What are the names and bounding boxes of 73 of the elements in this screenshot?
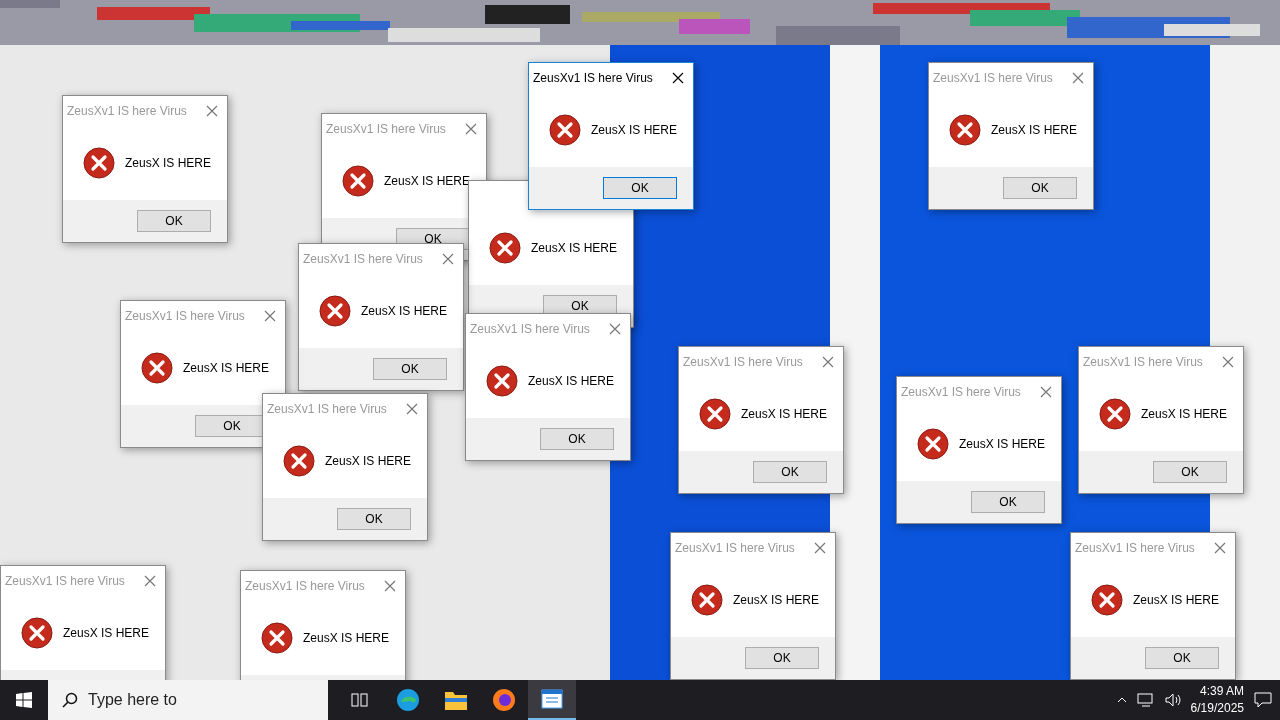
- task-view-icon[interactable]: [351, 692, 369, 708]
- ok-button[interactable]: OK: [753, 461, 827, 483]
- notepad-icon[interactable]: [541, 689, 563, 709]
- error-message: ZeusX IS HERE: [125, 156, 212, 170]
- window-title: ZeusXv1 IS here Virus: [67, 104, 188, 118]
- error-icon: [917, 428, 949, 460]
- error-message: ZeusX IS HERE: [528, 374, 615, 388]
- error-icon: [83, 147, 115, 179]
- ok-button[interactable]: OK: [971, 491, 1045, 513]
- clock-time[interactable]: 4:39 AM: [1199, 683, 1244, 700]
- error-message: ZeusX IS HERE: [959, 437, 1046, 451]
- clock-date[interactable]: 6/19/2025: [1190, 700, 1244, 717]
- error-icon: [342, 165, 374, 197]
- error-message: ZeusX IS HERE: [741, 407, 828, 421]
- window-title: ZeusXv1 IS here Virus: [901, 385, 1022, 399]
- error-message: ZeusX IS HERE: [361, 304, 448, 318]
- window-title: ZeusXv1 IS here Virus: [533, 71, 654, 85]
- firefox-icon[interactable]: [492, 688, 516, 712]
- error-icon: [486, 365, 518, 397]
- window-title: ZeusXv1 IS here Virus: [5, 574, 126, 588]
- window-title: ZeusXv1 IS here Virus: [1083, 355, 1204, 369]
- error-icon: [489, 232, 521, 264]
- window-title: ZeusXv1 IS here Virus: [470, 322, 591, 336]
- ok-button[interactable]: OK: [373, 358, 447, 380]
- network-icon[interactable]: [1136, 693, 1155, 707]
- error-icon: [691, 584, 723, 616]
- error-icon: [1099, 398, 1131, 430]
- error-message: ZeusX IS HERE: [183, 361, 270, 375]
- error-icon: [549, 114, 581, 146]
- chevron-up-icon[interactable]: [1116, 697, 1127, 703]
- error-message: ZeusX IS HERE: [303, 631, 390, 645]
- folder-icon[interactable]: [444, 689, 468, 711]
- error-icon: [319, 295, 351, 327]
- window-title: ZeusXv1 IS here Virus: [267, 402, 388, 416]
- close-icon[interactable]: [672, 72, 684, 84]
- speaker-icon[interactable]: [1164, 693, 1181, 707]
- error-message: ZeusX IS HERE: [733, 593, 820, 607]
- ok-button[interactable]: OK: [337, 508, 411, 530]
- window-title: ZeusXv1 IS here Virus: [326, 122, 447, 136]
- ok-button[interactable]: OK: [1153, 461, 1227, 483]
- window-title: ZeusXv1 IS here Virus: [245, 579, 366, 593]
- ok-button[interactable]: OK: [603, 177, 677, 199]
- window-title: ZeusXv1 IS here Virus: [933, 71, 1054, 85]
- window-title: ZeusXv1 IS here Virus: [675, 541, 796, 555]
- ok-button[interactable]: OK: [540, 428, 614, 450]
- error-message: ZeusX IS HERE: [591, 123, 678, 137]
- notification-icon[interactable]: [1254, 692, 1272, 708]
- error-icon: [1091, 584, 1123, 616]
- ok-button[interactable]: OK: [745, 647, 819, 669]
- ok-button[interactable]: OK: [1003, 177, 1077, 199]
- error-icon: [141, 352, 173, 384]
- error-icon: [699, 398, 731, 430]
- error-message: ZeusX IS HERE: [1133, 593, 1220, 607]
- window-title: ZeusXv1 IS here Virus: [683, 355, 804, 369]
- windows-logo-icon[interactable]: [16, 692, 32, 708]
- error-message: ZeusX IS HERE: [531, 241, 618, 255]
- window-title: ZeusXv1 IS here Virus: [125, 309, 246, 323]
- search-icon: [62, 692, 78, 708]
- error-icon: [283, 445, 315, 477]
- error-message: ZeusX IS HERE: [991, 123, 1078, 137]
- error-message: ZeusX IS HERE: [63, 626, 150, 640]
- error-message: ZeusX IS HERE: [325, 454, 412, 468]
- error-icon: [949, 114, 981, 146]
- error-icon: [21, 617, 53, 649]
- search-field[interactable]: Type here to: [48, 680, 328, 720]
- error-message: ZeusX IS HERE: [1141, 407, 1228, 421]
- edge-browser-icon[interactable]: [396, 688, 420, 712]
- window-title: ZeusXv1 IS here Virus: [303, 252, 424, 266]
- error-message: ZeusX IS HERE: [384, 174, 471, 188]
- error-icon: [261, 622, 293, 654]
- ok-button[interactable]: OK: [1145, 647, 1219, 669]
- window-title: ZeusXv1 IS here Virus: [1075, 541, 1196, 555]
- ok-button[interactable]: OK: [137, 210, 211, 232]
